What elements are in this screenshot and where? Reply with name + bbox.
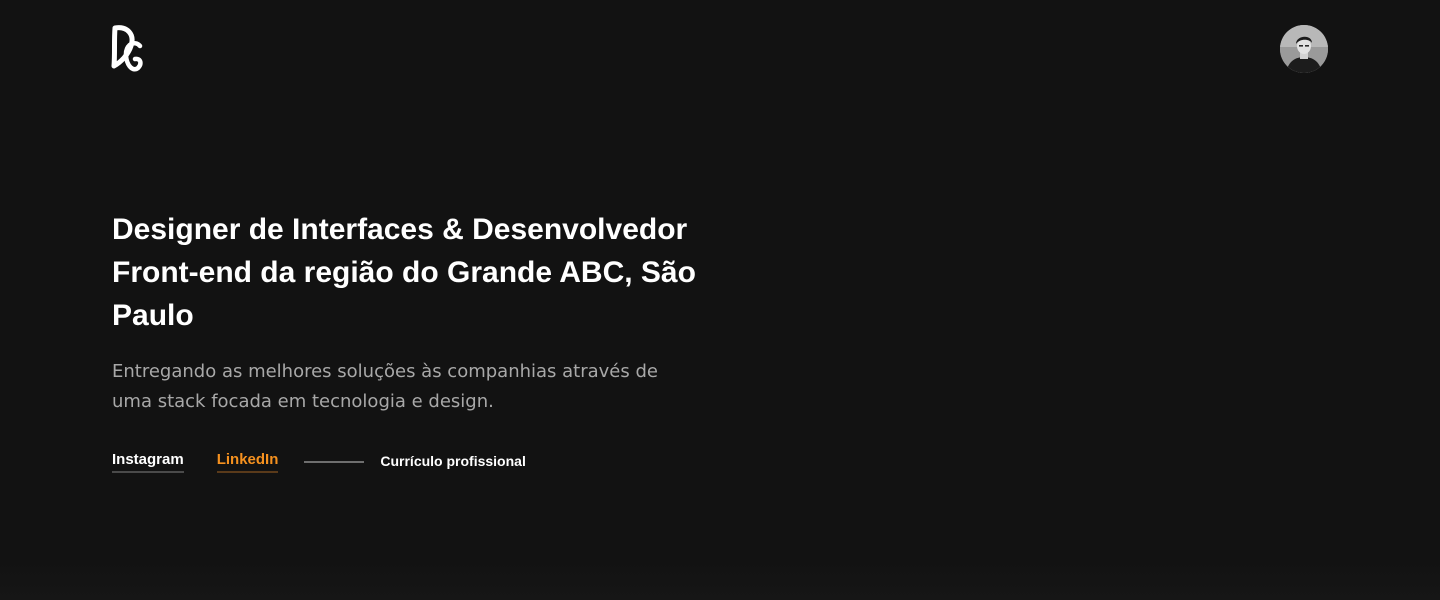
instagram-link[interactable]: Instagram [112,451,184,473]
dg-logo-icon[interactable] [111,22,145,76]
hero-title: Designer de Interfaces & Desenvolvedor F… [112,213,696,332]
hero-subtitle: Entregando as melhores soluções às compa… [112,361,658,412]
social-links: Instagram LinkedIn Currículo profissiona… [112,450,526,474]
avatar[interactable] [1280,25,1328,73]
resume-link[interactable]: Currículo profissional [380,452,525,472]
bottom-shade [0,560,1440,600]
hero-section: Designer de Interfaces & Desenvolvedor F… [112,208,732,417]
divider-line [304,461,365,463]
linkedin-link[interactable]: LinkedIn [216,451,279,473]
